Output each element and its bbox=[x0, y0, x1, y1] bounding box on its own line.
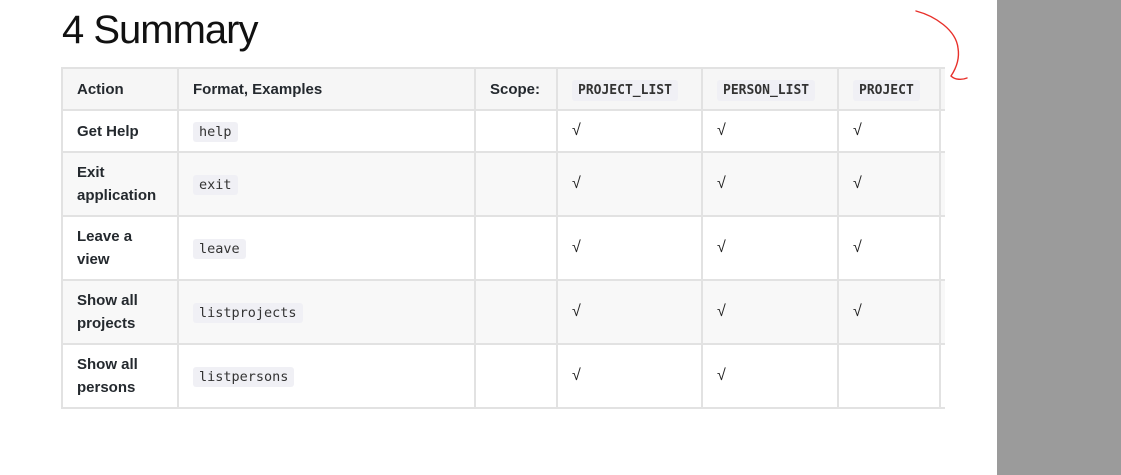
cell-project-list: √ bbox=[556, 151, 703, 217]
cell-overflow bbox=[939, 151, 945, 217]
cell-project: √ bbox=[837, 151, 941, 217]
cell-scope bbox=[474, 279, 558, 345]
command-code: listpersons bbox=[193, 366, 295, 387]
table-row: Show all projects listprojects √ √ √ bbox=[61, 279, 945, 345]
viewer-gutter bbox=[997, 0, 1121, 475]
document-page: 4 Summary Action Format, Examples Scope:… bbox=[0, 0, 997, 475]
cell-person-list: √ bbox=[701, 279, 839, 345]
cell-overflow bbox=[939, 215, 945, 281]
command-code: help bbox=[193, 121, 238, 142]
table-row: Show all persons listpersons √ √ bbox=[61, 343, 945, 409]
cell-overflow bbox=[939, 343, 945, 409]
cell-action: Show all projects bbox=[61, 279, 179, 345]
command-code: listprojects bbox=[193, 302, 303, 323]
table-row: Exit application exit √ √ √ bbox=[61, 151, 945, 217]
cell-action: Exit application bbox=[61, 151, 179, 217]
cell-project-list: √ bbox=[556, 215, 703, 281]
table-row: Leave a view leave √ √ √ bbox=[61, 215, 945, 281]
cell-person-list: √ bbox=[701, 343, 839, 409]
cell-format: listprojects bbox=[177, 279, 476, 345]
cell-action: Show all persons bbox=[61, 343, 179, 409]
cell-person-list: √ bbox=[701, 215, 839, 281]
cell-scope bbox=[474, 343, 558, 409]
cell-person-list: √ bbox=[701, 151, 839, 217]
command-code: exit bbox=[193, 174, 238, 195]
cell-project bbox=[837, 343, 941, 409]
cell-project-list: √ bbox=[556, 279, 703, 345]
command-code: leave bbox=[193, 238, 246, 259]
cell-format: listpersons bbox=[177, 343, 476, 409]
cell-scope bbox=[474, 151, 558, 217]
cell-action: Leave a view bbox=[61, 215, 179, 281]
handwritten-annotation-mark bbox=[915, 10, 968, 81]
cell-project: √ bbox=[837, 215, 941, 281]
cell-format: exit bbox=[177, 151, 476, 217]
cell-project-list: √ bbox=[556, 343, 703, 409]
cell-format: leave bbox=[177, 215, 476, 281]
cell-project: √ bbox=[837, 279, 941, 345]
cell-scope bbox=[474, 215, 558, 281]
cell-overflow bbox=[939, 279, 945, 345]
